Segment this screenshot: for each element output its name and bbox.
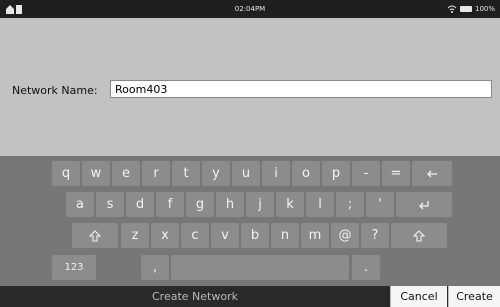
key-s[interactable]: s (96, 192, 124, 217)
shift-icon (88, 229, 102, 242)
key-i[interactable]: i (262, 161, 290, 186)
status-bar: 02:04PM 100% (0, 0, 500, 18)
space-key[interactable] (171, 255, 349, 280)
key-q[interactable]: q (52, 161, 80, 186)
key-f[interactable]: f (156, 192, 184, 217)
key-apostrophe[interactable]: ' (366, 192, 394, 217)
key-w[interactable]: w (82, 161, 110, 186)
key-j[interactable]: j (246, 192, 274, 217)
battery-icon (459, 6, 472, 12)
page-title: Create Network (152, 290, 238, 303)
key-u[interactable]: u (232, 161, 260, 186)
network-name-input[interactable] (110, 80, 492, 98)
key-z[interactable]: z (121, 223, 149, 248)
key-o[interactable]: o (292, 161, 320, 186)
key-p[interactable]: p (322, 161, 350, 186)
key-k[interactable]: k (276, 192, 304, 217)
status-time: 02:04PM (234, 5, 266, 13)
key-equals[interactable]: = (382, 161, 410, 186)
key-comma[interactable]: , (141, 255, 169, 280)
key-r[interactable]: r (142, 161, 170, 186)
key-l[interactable]: l (306, 192, 334, 217)
key-y[interactable]: y (202, 161, 230, 186)
battery-level: 100% (474, 5, 495, 13)
key-v[interactable]: v (211, 223, 239, 248)
key-semicolon[interactable]: ; (336, 192, 364, 217)
key-x[interactable]: x (151, 223, 179, 248)
on-screen-keyboard: q w e r t y u i o p - = a s d f g h j k … (0, 156, 500, 286)
key-b[interactable]: b (241, 223, 269, 248)
shift-icon (412, 229, 426, 242)
key-a[interactable]: a (66, 192, 94, 217)
key-n[interactable]: n (271, 223, 299, 248)
cancel-button[interactable]: Cancel (390, 286, 447, 307)
key-g[interactable]: g (186, 192, 214, 217)
key-period[interactable]: . (352, 255, 380, 280)
key-d[interactable]: d (126, 192, 154, 217)
key-minus[interactable]: - (352, 161, 380, 186)
create-button[interactable]: Create (448, 286, 500, 307)
network-name-label: Network Name: (12, 84, 98, 97)
backspace-key[interactable] (412, 161, 452, 186)
enter-icon (419, 200, 429, 209)
key-question[interactable]: ? (361, 223, 389, 248)
key-c[interactable]: c (181, 223, 209, 248)
form-area: Network Name: (0, 18, 500, 156)
numbers-key[interactable]: 123 (52, 255, 96, 280)
bottom-bar: Create Network Cancel Create (0, 286, 500, 307)
enter-key[interactable] (396, 192, 452, 217)
key-t[interactable]: t (172, 161, 200, 186)
shift-key-right[interactable] (391, 223, 447, 248)
key-h[interactable]: h (216, 192, 244, 217)
wifi-icon (447, 5, 457, 13)
key-at[interactable]: @ (331, 223, 359, 248)
key-m[interactable]: m (301, 223, 329, 248)
key-e[interactable]: e (112, 161, 140, 186)
backspace-icon (427, 170, 437, 177)
shift-key-left[interactable] (72, 223, 118, 248)
